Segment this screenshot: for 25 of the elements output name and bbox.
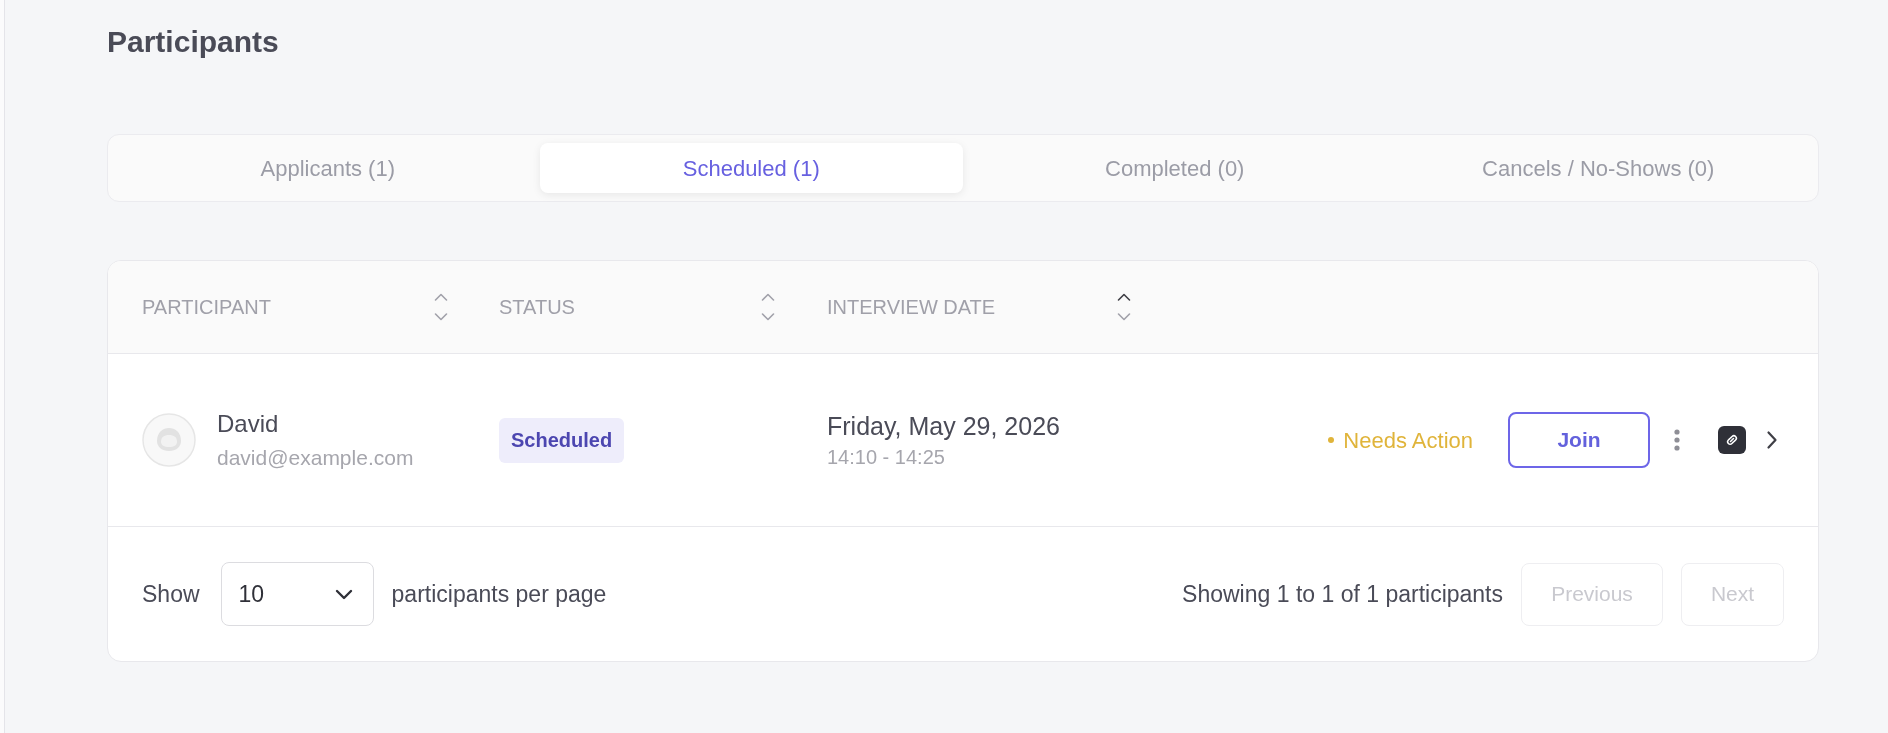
- status-badge: Scheduled: [499, 417, 625, 463]
- tab[interactable]: Completed (0): [963, 143, 1387, 193]
- page-size-select[interactable]: 10: [220, 562, 374, 626]
- interview-date: Friday, May 29, 2026: [827, 411, 1061, 442]
- column-header: PARTICIPANT: [142, 295, 271, 320]
- tab[interactable]: Cancels / No-Shows (0): [1386, 143, 1810, 193]
- page-title: Participants: [107, 24, 279, 60]
- column-header: STATUS: [499, 295, 575, 320]
- column-header: INTERVIEW DATE: [827, 295, 996, 320]
- link-icon[interactable]: [1718, 426, 1746, 454]
- sort-icon[interactable]: [1116, 291, 1132, 323]
- show-label: Show: [142, 579, 200, 609]
- avatar-icon: [142, 413, 196, 467]
- join-button[interactable]: Join: [1508, 412, 1650, 468]
- more-options-icon[interactable]: [1674, 429, 1680, 451]
- chevron-right-icon[interactable]: [1766, 430, 1778, 450]
- results-summary: Showing 1 to 1 of 1 participants: [1182, 579, 1503, 609]
- per-page-label: participants per page: [391, 579, 607, 609]
- participant-email: david@example.com: [217, 445, 414, 471]
- action-status: Needs Action: [1343, 426, 1473, 455]
- interview-time: 14:10 - 14:25: [827, 445, 946, 469]
- tab[interactable]: Scheduled (1): [539, 143, 963, 193]
- participant-name: David: [217, 409, 280, 439]
- chevron-down-icon: [334, 588, 353, 600]
- tab[interactable]: Applicants (1): [116, 143, 540, 193]
